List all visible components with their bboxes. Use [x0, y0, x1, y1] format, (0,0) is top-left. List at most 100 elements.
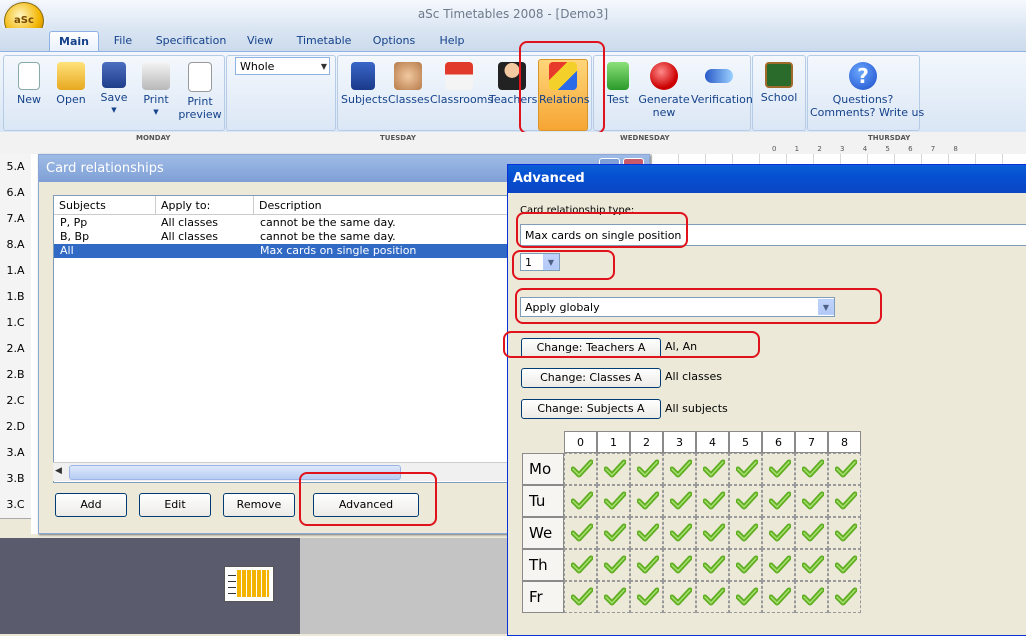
- grid-cell[interactable]: [663, 453, 696, 485]
- relationship-type-field[interactable]: Max cards on single position: [520, 224, 1026, 246]
- grid-cell[interactable]: [663, 517, 696, 549]
- max-cards-select[interactable]: 1 ▼: [520, 253, 560, 271]
- questions-button[interactable]: ? Questions? Comments? Write us: [810, 60, 924, 128]
- timetable-row-label[interactable]: 5.A: [0, 154, 31, 181]
- grid-cell[interactable]: [729, 517, 762, 549]
- grid-cell[interactable]: [729, 549, 762, 581]
- grid-cell[interactable]: [762, 581, 795, 613]
- grid-cell[interactable]: [630, 581, 663, 613]
- grid-cell[interactable]: [828, 517, 861, 549]
- verification-button[interactable]: Verification: [691, 60, 753, 128]
- test-button[interactable]: Test: [600, 60, 636, 128]
- tab-help[interactable]: Help: [433, 31, 471, 51]
- grid-cell[interactable]: [762, 517, 795, 549]
- new-button[interactable]: New: [9, 60, 49, 128]
- edit-button[interactable]: Edit: [139, 493, 211, 517]
- table-row[interactable]: B, Bp All classes cannot be the same day…: [54, 230, 524, 244]
- relationships-list[interactable]: Subjects Apply to: Description P, Pp All…: [53, 195, 525, 483]
- advanced-button[interactable]: Advanced: [313, 493, 419, 517]
- grid-cell[interactable]: [762, 453, 795, 485]
- school-button[interactable]: School: [757, 60, 801, 128]
- grid-cell[interactable]: [597, 485, 630, 517]
- grid-cell[interactable]: [564, 453, 597, 485]
- column-header-apply-to[interactable]: Apply to:: [156, 196, 254, 215]
- grid-cell[interactable]: [564, 549, 597, 581]
- timetable-row-label[interactable]: 2.A: [0, 336, 31, 363]
- chevron-down-icon[interactable]: ▼: [818, 299, 834, 315]
- tab-main[interactable]: Main: [49, 31, 99, 52]
- grid-cell[interactable]: [663, 549, 696, 581]
- timetable-row-label[interactable]: 3.A: [0, 440, 31, 467]
- tab-timetable[interactable]: Timetable: [293, 31, 355, 51]
- grid-period-header[interactable]: 3: [663, 431, 696, 453]
- grid-period-header[interactable]: 2: [630, 431, 663, 453]
- print-preview-button[interactable]: Print preview: [178, 60, 222, 128]
- grid-cell[interactable]: [795, 517, 828, 549]
- grid-cell[interactable]: [696, 485, 729, 517]
- grid-cell[interactable]: [630, 517, 663, 549]
- timetable-thumbnail-icon[interactable]: [224, 566, 274, 602]
- grid-cell[interactable]: [795, 549, 828, 581]
- grid-cell[interactable]: [795, 581, 828, 613]
- timetable-row-label[interactable]: 7.A: [0, 206, 31, 233]
- timetable-row-label[interactable]: 2.D: [0, 414, 31, 441]
- grid-period-header[interactable]: 1: [597, 431, 630, 453]
- grid-day-header[interactable]: Tu: [522, 485, 564, 517]
- grid-period-header[interactable]: 4: [696, 431, 729, 453]
- generate-new-button[interactable]: Generate new: [638, 60, 690, 128]
- grid-period-header[interactable]: 0: [564, 431, 597, 453]
- grid-period-header[interactable]: 5: [729, 431, 762, 453]
- grid-cell[interactable]: [564, 517, 597, 549]
- change-classes-button[interactable]: Change: Classes A: [521, 368, 661, 388]
- scroll-left-icon[interactable]: ◀: [55, 466, 62, 476]
- timetable-row-label[interactable]: 6.A: [0, 180, 31, 207]
- grid-cell[interactable]: [762, 549, 795, 581]
- grid-cell[interactable]: [828, 581, 861, 613]
- timetable-row-label[interactable]: 2.C: [0, 388, 31, 415]
- grid-cell[interactable]: [795, 485, 828, 517]
- timetable-row-label[interactable]: 3.B: [0, 466, 31, 493]
- grid-day-header[interactable]: Th: [522, 549, 564, 581]
- grid-cell[interactable]: [696, 581, 729, 613]
- tab-specification[interactable]: Specification: [152, 31, 230, 51]
- grid-day-header[interactable]: We: [522, 517, 564, 549]
- grid-cell[interactable]: [762, 485, 795, 517]
- grid-cell[interactable]: [630, 485, 663, 517]
- timetable-row-label[interactable]: 1.A: [0, 258, 31, 285]
- save-button[interactable]: Save ▼: [94, 60, 134, 128]
- timetable-row-label[interactable]: 8.A: [0, 232, 31, 259]
- grid-cell[interactable]: [729, 581, 762, 613]
- scope-select[interactable]: Apply globaly ▼: [520, 297, 835, 317]
- timetable-row-label[interactable]: 1.B: [0, 284, 31, 311]
- grid-cell[interactable]: [597, 453, 630, 485]
- scrollbar-thumb[interactable]: [69, 465, 401, 480]
- grid-cell[interactable]: [630, 453, 663, 485]
- timetable-row-label[interactable]: 2.B: [0, 362, 31, 389]
- change-subjects-button[interactable]: Change: Subjects A: [521, 399, 661, 419]
- grid-day-header[interactable]: Mo: [522, 453, 564, 485]
- tab-view[interactable]: View: [240, 31, 280, 51]
- grid-cell[interactable]: [663, 485, 696, 517]
- column-header-description[interactable]: Description: [254, 196, 524, 215]
- grid-cell[interactable]: [696, 549, 729, 581]
- grid-cell[interactable]: [828, 549, 861, 581]
- classes-button[interactable]: Classes: [388, 60, 429, 128]
- grid-cell[interactable]: [630, 549, 663, 581]
- relations-button[interactable]: Relations: [538, 59, 590, 131]
- timetable-row-label[interactable]: 3.C: [0, 492, 31, 519]
- grid-cell[interactable]: [828, 485, 861, 517]
- teachers-button[interactable]: Teachers: [489, 60, 537, 128]
- grid-cell[interactable]: [597, 549, 630, 581]
- grid-cell[interactable]: [696, 453, 729, 485]
- table-row-selected[interactable]: All Max cards on single position: [54, 244, 524, 258]
- grid-period-header[interactable]: 7: [795, 431, 828, 453]
- grid-day-header[interactable]: Fr: [522, 581, 564, 613]
- classrooms-button[interactable]: Classrooms: [430, 60, 493, 128]
- table-row[interactable]: P, Pp All classes cannot be the same day…: [54, 216, 524, 230]
- grid-cell[interactable]: [564, 581, 597, 613]
- grid-cell[interactable]: [597, 517, 630, 549]
- grid-cell[interactable]: [828, 453, 861, 485]
- grid-cell[interactable]: [663, 581, 696, 613]
- column-header-subjects[interactable]: Subjects: [54, 196, 156, 215]
- view-select[interactable]: Whole ▼: [235, 57, 330, 75]
